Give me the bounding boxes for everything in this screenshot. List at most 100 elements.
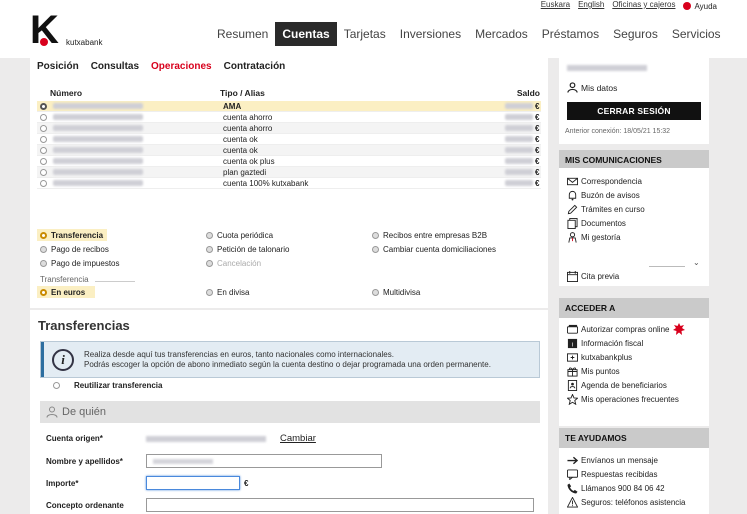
tab-posicion[interactable]: Posición (37, 61, 79, 72)
link-kutxabankplus[interactable]: kutxabankplus (559, 350, 709, 364)
nav-mercados[interactable]: Mercados (468, 22, 535, 46)
table-row[interactable]: cuenta ok € (37, 134, 541, 145)
option-label: Recibos entre empresas B2B (383, 230, 488, 240)
help-box: Envíanos un mensaje Respuestas recibidas… (559, 448, 709, 514)
star-icon (567, 393, 578, 405)
link-envianos-mensaje[interactable]: Envíanos un mensaje (559, 453, 709, 467)
nav-inversiones[interactable]: Inversiones (393, 22, 468, 46)
balance-redacted (505, 158, 533, 164)
reuse-transfer-option[interactable]: Reutilizar transferencia (50, 381, 162, 390)
access-box: Autorizar compras online i Información f… (559, 318, 709, 426)
info-box: i Realiza desde aquí tus transferencias … (40, 341, 540, 378)
link-seguros-asistencia[interactable]: Seguros: teléfonos asistencia (559, 495, 709, 509)
account-radio[interactable] (40, 179, 47, 187)
radio-icon (206, 245, 213, 253)
table-row[interactable]: cuenta ahorro € (37, 112, 541, 123)
link-documentos[interactable]: Documentos (559, 216, 709, 230)
name-field[interactable] (146, 454, 382, 468)
table-row[interactable]: plan gaztedi € (37, 167, 541, 178)
account-radio[interactable] (40, 135, 47, 143)
transfer-kind-label: Transferencia (40, 275, 135, 284)
chevron-down-icon[interactable]: ⌄ (693, 258, 700, 267)
my-data-link[interactable]: Mis datos (567, 82, 617, 93)
amount-input[interactable] (146, 476, 240, 490)
link-mis-puntos[interactable]: Mis puntos (559, 364, 709, 378)
logout-button[interactable]: CERRAR SESIÓN (567, 102, 701, 120)
account-radio[interactable] (40, 146, 47, 154)
concept-input[interactable] (146, 498, 534, 512)
change-account-link[interactable]: Cambiar (280, 433, 316, 444)
transfer-form: Transferencias i Realiza desde aquí tus … (30, 310, 548, 514)
help-link[interactable]: Ayuda (683, 0, 717, 12)
option-pago-recibos[interactable]: Pago de recibos (37, 243, 203, 255)
nav-prestamos[interactable]: Préstamos (535, 22, 606, 46)
option-label: Cancelación (217, 258, 262, 268)
language-euskara-link[interactable]: Euskara (541, 0, 570, 12)
link-operaciones-frecuentes[interactable]: Mis operaciones frecuentes (559, 392, 709, 406)
operations-panel: Posición Consultas Operaciones Contratac… (30, 58, 548, 308)
account-number-redacted (53, 114, 143, 120)
option-pago-impuestos[interactable]: Pago de impuestos (37, 257, 203, 269)
transfer-kind-options: En euros En divisa Multidivisa (37, 286, 541, 298)
chat-icon (567, 468, 578, 480)
advisor-icon (568, 231, 577, 243)
nav-tarjetas[interactable]: Tarjetas (337, 22, 393, 46)
radio-icon (372, 231, 379, 239)
amount-currency: € (244, 478, 249, 488)
top-links: Euskara English Oficinas y cajeros Ayuda (541, 0, 717, 12)
documents-icon (567, 217, 578, 229)
link-informacion-fiscal[interactable]: i Información fiscal (559, 336, 709, 350)
radio-icon (206, 231, 213, 239)
currency-symbol: € (535, 156, 540, 166)
nav-cuentas[interactable]: Cuentas (275, 22, 337, 46)
language-english-link[interactable]: English (578, 0, 604, 12)
link-tramites[interactable]: Trámites en curso (559, 202, 709, 216)
name-redacted (153, 459, 213, 464)
nav-resumen[interactable]: Resumen (210, 22, 275, 46)
account-radio[interactable] (40, 102, 47, 110)
account-type: cuenta 100% kutxabank (223, 178, 309, 188)
option-recibos-b2b[interactable]: Recibos entre empresas B2B (369, 229, 541, 241)
table-row[interactable]: cuenta ok plus € (37, 156, 541, 167)
link-mi-gestoria[interactable]: Mi gestoría (559, 230, 709, 244)
concept-label: Concepto ordenante (46, 500, 124, 510)
option-transferencia[interactable]: Transferencia (37, 229, 107, 241)
table-row[interactable]: cuenta ok € (37, 145, 541, 156)
reuse-label: Reutilizar transferencia (74, 381, 163, 390)
option-peticion-talonario[interactable]: Petición de talonario (203, 243, 369, 255)
tab-consultas[interactable]: Consultas (91, 61, 139, 72)
link-llamanos[interactable]: Llámanos 900 84 06 42 (559, 481, 709, 495)
link-label: Mis operaciones frecuentes (581, 394, 679, 404)
account-radio[interactable] (40, 113, 47, 121)
tab-contratacion[interactable]: Contratación (224, 61, 286, 72)
branches-link[interactable]: Oficinas y cajeros (612, 0, 675, 12)
option-en-divisa[interactable]: En divisa (203, 286, 369, 298)
account-radio[interactable] (40, 124, 47, 132)
link-cita-previa[interactable]: Cita previa (559, 269, 709, 283)
account-radio[interactable] (40, 168, 47, 176)
link-autorizar-compras[interactable]: Autorizar compras online (559, 322, 709, 336)
nav-servicios[interactable]: Servicios (665, 22, 728, 46)
kutxabank-logo[interactable]: K kutxabank (30, 10, 120, 50)
link-correspondencia[interactable]: Correspondencia (559, 174, 709, 188)
table-row[interactable]: cuenta 100% kutxabank € (37, 178, 541, 189)
table-row[interactable]: cuenta ahorro € (37, 123, 541, 134)
link-label: Buzón de avisos (581, 190, 640, 200)
balance-redacted (505, 114, 533, 120)
link-agenda-beneficiarios[interactable]: Agenda de beneficiarios (559, 378, 709, 392)
option-cuota-periodica[interactable]: Cuota periódica (203, 229, 369, 241)
link-buzon-avisos[interactable]: Buzón de avisos (559, 188, 709, 202)
main-nav: Resumen Cuentas Tarjetas Inversiones Mer… (210, 22, 728, 46)
link-respuestas-recibidas[interactable]: Respuestas recibidas (559, 467, 709, 481)
link-label: Autorizar compras online (581, 324, 670, 334)
option-en-euros[interactable]: En euros (37, 286, 95, 298)
option-cambiar-domiciliaciones[interactable]: Cambiar cuenta domiciliaciones (369, 243, 541, 255)
tab-operaciones[interactable]: Operaciones (151, 61, 212, 72)
nav-seguros[interactable]: Seguros (606, 22, 665, 46)
option-multidivisa[interactable]: Multidivisa (369, 286, 541, 298)
account-radio[interactable] (40, 157, 47, 165)
table-row[interactable]: AMA € (37, 101, 541, 112)
my-data-label: Mis datos (581, 82, 618, 93)
page-title: Transferencias (38, 318, 130, 333)
user-name-redacted (567, 65, 647, 71)
